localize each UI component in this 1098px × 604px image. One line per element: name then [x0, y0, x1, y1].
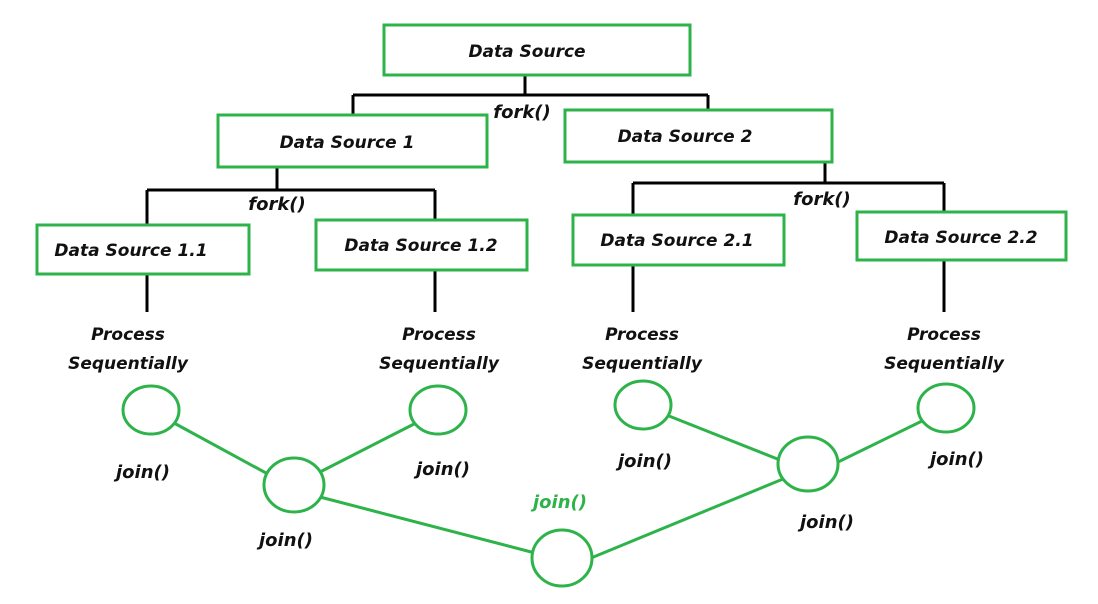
leaf-task-2-1	[613, 379, 673, 431]
join-node-2	[776, 435, 840, 493]
svg-text:Data Source 2.1: Data Source 2.1	[600, 231, 753, 251]
join-label-1-2: join()	[413, 459, 470, 480]
svg-text:Data Source 1.2: Data Source 1.2	[344, 236, 497, 256]
fork-label-root: fork()	[493, 102, 551, 123]
svg-text:Data Source 2.2: Data Source 2.2	[884, 228, 1037, 248]
join-label-2-2: join()	[927, 449, 984, 470]
svg-text:Sequentially: Sequentially	[379, 354, 500, 374]
svg-text:Data Source 2: Data Source 2	[618, 127, 753, 147]
svg-text:Sequentially: Sequentially	[582, 354, 703, 374]
join-label-1-1: join()	[113, 462, 170, 483]
join-label-2-1: join()	[615, 451, 672, 472]
svg-text:Process: Process	[91, 325, 165, 345]
process-label-1-2: Process Sequentially	[379, 325, 500, 374]
svg-text:Sequentially: Sequentially	[884, 354, 1005, 374]
node-data-source-2: Data Source 2	[563, 108, 834, 164]
fork-join-diagram: Data Source Data Source 1 Data Source 2 …	[35, 23, 1068, 588]
process-label-2-1: Process Sequentially	[582, 325, 703, 374]
svg-text:Data Source: Data Source	[468, 42, 585, 62]
node-data-source-2-1: Data Source 2.1	[571, 213, 786, 267]
leaf-task-1-2	[408, 384, 468, 436]
node-data-source-1: Data Source 1	[216, 113, 489, 169]
join-label-2: join()	[797, 512, 854, 533]
node-data-source: Data Source	[382, 23, 692, 77]
svg-text:Data Source 1.1: Data Source 1.1	[54, 241, 207, 261]
node-data-source-1-2: Data Source 1.2	[314, 218, 529, 272]
fork-label-ds2: fork()	[793, 189, 851, 210]
join-node-1	[262, 456, 326, 514]
join-label-1: join()	[256, 530, 313, 551]
process-label-1-1: Process Sequentially	[68, 325, 189, 374]
svg-text:Process: Process	[907, 325, 981, 345]
leaf-task-1-1	[121, 384, 181, 436]
leaf-task-2-2	[916, 382, 976, 434]
join-label-final: join()	[530, 492, 587, 513]
node-data-source-2-2: Data Source 2.2	[855, 210, 1068, 262]
svg-text:Process: Process	[605, 325, 679, 345]
node-data-source-1-1: Data Source 1.1	[35, 223, 251, 276]
join-node-final	[530, 528, 594, 588]
fork-label-ds1: fork()	[248, 194, 306, 215]
process-label-2-2: Process Sequentially	[884, 325, 1005, 374]
svg-text:Sequentially: Sequentially	[68, 354, 189, 374]
svg-text:Data Source 1: Data Source 1	[280, 133, 415, 153]
svg-text:Process: Process	[402, 325, 476, 345]
